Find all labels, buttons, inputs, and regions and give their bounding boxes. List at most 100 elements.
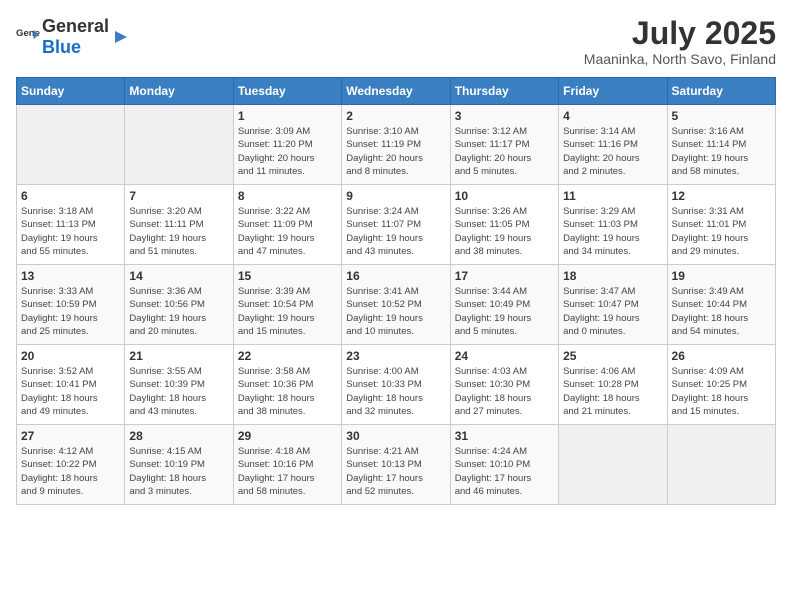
day-detail: Sunrise: 3:18 AM Sunset: 11:13 PM Daylig… [21,205,120,258]
calendar-cell [559,425,667,505]
calendar-cell: 3Sunrise: 3:12 AM Sunset: 11:17 PM Dayli… [450,105,558,185]
day-number: 13 [21,269,120,283]
day-number: 9 [346,189,445,203]
day-number: 12 [672,189,771,203]
day-detail: Sunrise: 3:29 AM Sunset: 11:03 PM Daylig… [563,205,662,258]
day-number: 10 [455,189,554,203]
day-detail: Sunrise: 3:10 AM Sunset: 11:19 PM Daylig… [346,125,445,178]
day-detail: Sunrise: 4:18 AM Sunset: 10:16 PM Daylig… [238,445,337,498]
day-number: 5 [672,109,771,123]
day-detail: Sunrise: 3:55 AM Sunset: 10:39 PM Daylig… [129,365,228,418]
header-day-monday: Monday [125,78,233,105]
calendar-cell: 23 Sunrise: 4:00 AM Sunset: 10:33 PM Dayl… [342,345,450,425]
calendar-cell: 20 Sunrise: 3:52 AM Sunset: 10:41 PM Dayl… [17,345,125,425]
day-detail: Sunrise: 3:12 AM Sunset: 11:17 PM Daylig… [455,125,554,178]
day-number: 4 [563,109,662,123]
header-day-saturday: Saturday [667,78,775,105]
day-detail: Sunrise: 3:41 AM Sunset: 10:52 PM Daylig… [346,285,445,338]
day-number: 14 [129,269,228,283]
day-number: 21 [129,349,228,363]
day-number: 11 [563,189,662,203]
day-detail: Sunrise: 3:22 AM Sunset: 11:09 PM Daylig… [238,205,337,258]
day-number: 17 [455,269,554,283]
day-detail: Sunrise: 4:09 AM Sunset: 10:25 PM Daylig… [672,365,771,418]
calendar-cell: 8Sunrise: 3:22 AM Sunset: 11:09 PM Dayli… [233,185,341,265]
day-detail: Sunrise: 4:21 AM Sunset: 10:13 PM Daylig… [346,445,445,498]
calendar-cell: 1 Sunrise: 3:09 AM Sunset: 11:20 PM Dayli… [233,105,341,185]
day-detail: Sunrise: 3:14 AM Sunset: 11:16 PM Daylig… [563,125,662,178]
calendar-cell: 22 Sunrise: 3:58 AM Sunset: 10:36 PM Dayl… [233,345,341,425]
day-detail: Sunrise: 4:12 AM Sunset: 10:22 PM Daylig… [21,445,120,498]
day-number: 19 [672,269,771,283]
calendar-cell: 10Sunrise: 3:26 AM Sunset: 11:05 PM Dayl… [450,185,558,265]
day-number: 31 [455,429,554,443]
header-day-wednesday: Wednesday [342,78,450,105]
subtitle: Maaninka, North Savo, Finland [584,51,776,67]
calendar-cell: 27 Sunrise: 4:12 AM Sunset: 10:22 PM Dayl… [17,425,125,505]
calendar-cell: 15Sunrise: 3:39 AM Sunset: 10:54 PM Dayl… [233,265,341,345]
day-number: 20 [21,349,120,363]
day-number: 23 [346,349,445,363]
calendar-cell: 19 Sunrise: 3:49 AM Sunset: 10:44 PM Dayl… [667,265,775,345]
header-day-friday: Friday [559,78,667,105]
day-number: 26 [672,349,771,363]
calendar-cell: 9 Sunrise: 3:24 AM Sunset: 11:07 PM Dayli… [342,185,450,265]
calendar-table: SundayMondayTuesdayWednesdayThursdayFrid… [16,77,776,505]
page-header: General General Blue July 2025 Maaninka,… [16,16,776,67]
calendar-cell: 26 Sunrise: 4:09 AM Sunset: 10:25 PM Dayl… [667,345,775,425]
day-detail: Sunrise: 3:58 AM Sunset: 10:36 PM Daylig… [238,365,337,418]
header-day-thursday: Thursday [450,78,558,105]
week-row-3: 13Sunrise: 3:33 AM Sunset: 10:59 PM Dayl… [17,265,776,345]
day-detail: Sunrise: 3:24 AM Sunset: 11:07 PM Daylig… [346,205,445,258]
calendar-cell: 7Sunrise: 3:20 AM Sunset: 11:11 PM Dayli… [125,185,233,265]
week-row-2: 6 Sunrise: 3:18 AM Sunset: 11:13 PM Dayli… [17,185,776,265]
calendar-cell: 4 Sunrise: 3:14 AM Sunset: 11:16 PM Dayli… [559,105,667,185]
day-number: 2 [346,109,445,123]
logo-icon: General [16,25,40,49]
calendar-cell: 29Sunrise: 4:18 AM Sunset: 10:16 PM Dayl… [233,425,341,505]
day-detail: Sunrise: 3:49 AM Sunset: 10:44 PM Daylig… [672,285,771,338]
day-number: 18 [563,269,662,283]
day-number: 6 [21,189,120,203]
day-number: 30 [346,429,445,443]
day-number: 24 [455,349,554,363]
day-number: 7 [129,189,228,203]
day-detail: Sunrise: 3:09 AM Sunset: 11:20 PM Daylig… [238,125,337,178]
calendar-cell: 25Sunrise: 4:06 AM Sunset: 10:28 PM Dayl… [559,345,667,425]
calendar-cell: 14Sunrise: 3:36 AM Sunset: 10:56 PM Dayl… [125,265,233,345]
calendar-cell: 17 Sunrise: 3:44 AM Sunset: 10:49 PM Dayl… [450,265,558,345]
day-number: 1 [238,109,337,123]
calendar-cell: 21 Sunrise: 3:55 AM Sunset: 10:39 PM Dayl… [125,345,233,425]
calendar-cell [667,425,775,505]
calendar-cell: 11 Sunrise: 3:29 AM Sunset: 11:03 PM Dayl… [559,185,667,265]
calendar-cell: 31 Sunrise: 4:24 AM Sunset: 10:10 PM Dayl… [450,425,558,505]
calendar-cell: 18Sunrise: 3:47 AM Sunset: 10:47 PM Dayl… [559,265,667,345]
day-detail: Sunrise: 4:15 AM Sunset: 10:19 PM Daylig… [129,445,228,498]
logo-blue: Blue [42,37,81,57]
calendar-cell [17,105,125,185]
calendar-cell: 6 Sunrise: 3:18 AM Sunset: 11:13 PM Dayli… [17,185,125,265]
day-number: 25 [563,349,662,363]
day-number: 27 [21,429,120,443]
logo-general: General [42,16,109,36]
calendar-cell: 2 Sunrise: 3:10 AM Sunset: 11:19 PM Dayli… [342,105,450,185]
day-detail: Sunrise: 4:24 AM Sunset: 10:10 PM Daylig… [455,445,554,498]
week-row-4: 20 Sunrise: 3:52 AM Sunset: 10:41 PM Dayl… [17,345,776,425]
day-detail: Sunrise: 3:16 AM Sunset: 11:14 PM Daylig… [672,125,771,178]
logo-arrow-icon [111,27,131,47]
day-number: 22 [238,349,337,363]
header-day-sunday: Sunday [17,78,125,105]
day-detail: Sunrise: 4:03 AM Sunset: 10:30 PM Daylig… [455,365,554,418]
calendar-cell: 5 Sunrise: 3:16 AM Sunset: 11:14 PM Dayli… [667,105,775,185]
day-number: 16 [346,269,445,283]
week-row-1: 1 Sunrise: 3:09 AM Sunset: 11:20 PM Dayli… [17,105,776,185]
calendar-cell: 12Sunrise: 3:31 AM Sunset: 11:01 PM Dayl… [667,185,775,265]
calendar-cell: 30 Sunrise: 4:21 AM Sunset: 10:13 PM Dayl… [342,425,450,505]
day-number: 15 [238,269,337,283]
calendar-cell: 24 Sunrise: 4:03 AM Sunset: 10:30 PM Dayl… [450,345,558,425]
day-detail: Sunrise: 3:44 AM Sunset: 10:49 PM Daylig… [455,285,554,338]
calendar-cell [125,105,233,185]
day-detail: Sunrise: 4:00 AM Sunset: 10:33 PM Daylig… [346,365,445,418]
day-detail: Sunrise: 3:52 AM Sunset: 10:41 PM Daylig… [21,365,120,418]
logo: General General Blue [16,16,131,58]
